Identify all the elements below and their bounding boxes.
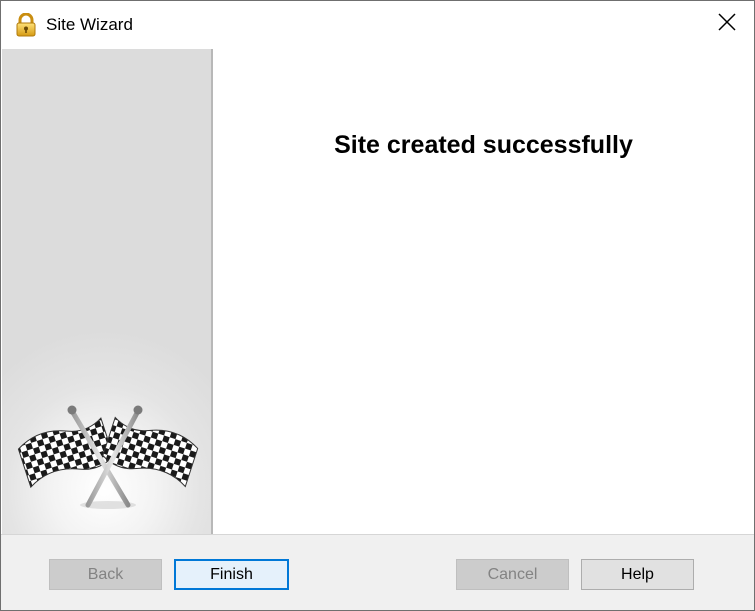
finish-button[interactable]: Finish (174, 559, 289, 590)
wizard-side-image (2, 49, 212, 534)
back-button[interactable]: Back (49, 559, 162, 590)
checkered-flags-icon (10, 401, 206, 511)
close-button[interactable] (700, 1, 754, 48)
padlock-icon (15, 12, 37, 37)
button-bar: Back Finish Cancel Help (1, 534, 754, 610)
window-title: Site Wizard (46, 15, 133, 34)
close-icon (718, 13, 736, 36)
cancel-button[interactable]: Cancel (456, 559, 569, 590)
page-heading: Site created successfully (334, 131, 633, 159)
title-bar[interactable]: Site Wizard (1, 1, 754, 48)
site-wizard-window: Site Wizard Site created successfully Ba… (0, 0, 755, 611)
help-button[interactable]: Help (581, 559, 694, 590)
wizard-content: Site created successfully (213, 49, 754, 534)
